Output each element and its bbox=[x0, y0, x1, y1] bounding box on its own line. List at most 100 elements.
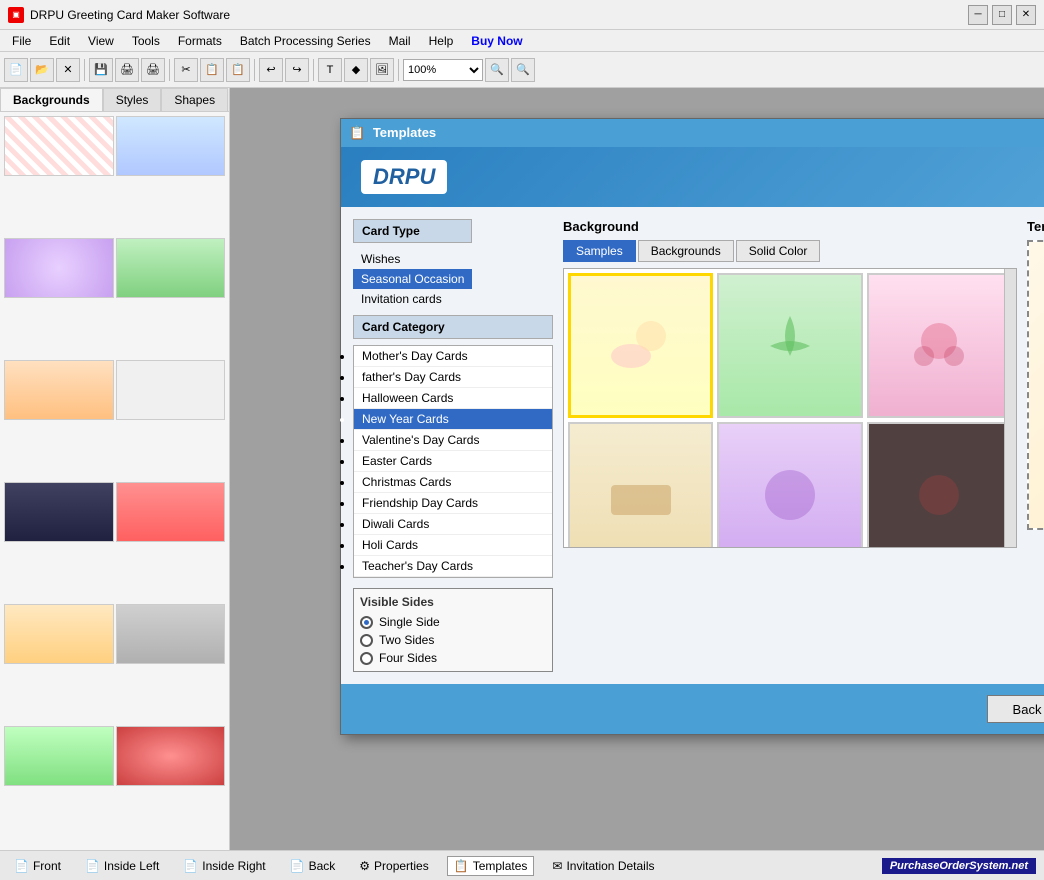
cat-valentines[interactable]: Valentine's Day Cards bbox=[354, 430, 552, 451]
preview-text-links: Text Type1 TextType2 bbox=[1027, 536, 1044, 548]
close-button[interactable]: ✕ bbox=[1016, 5, 1036, 25]
tab-shapes[interactable]: Shapes bbox=[161, 88, 228, 111]
menu-buynow[interactable]: Buy Now bbox=[463, 32, 530, 50]
copy-button[interactable]: 📋 bbox=[200, 58, 224, 82]
close-doc-button[interactable]: ✕ bbox=[56, 58, 80, 82]
sample-2[interactable] bbox=[717, 273, 862, 418]
preview-title: Template Preview bbox=[1027, 219, 1044, 234]
card-type-panel: Card Type Wishes Seasonal Occasion Invit… bbox=[353, 219, 553, 672]
cat-teachers[interactable]: Teacher's Day Cards bbox=[354, 556, 552, 577]
preview-panel: Template Preview 🌸 Happy NEW Year 2021 L… bbox=[1027, 219, 1044, 672]
save-all-button[interactable]: 🖨 bbox=[115, 58, 139, 82]
bg-thumb-6[interactable] bbox=[116, 360, 226, 420]
image-button[interactable]: 🖼 bbox=[370, 58, 394, 82]
bg-tab-samples[interactable]: Samples bbox=[563, 240, 636, 262]
cat-holi[interactable]: Holi Cards bbox=[354, 535, 552, 556]
dialog-header: 📋 Templates ✕ bbox=[341, 119, 1044, 147]
sample-1[interactable] bbox=[568, 273, 713, 418]
drpu-logo: DRPU bbox=[361, 160, 447, 194]
bg-thumb-1[interactable] bbox=[4, 116, 114, 176]
sample-6[interactable] bbox=[867, 422, 1012, 548]
bg-sample-grid bbox=[568, 273, 1012, 548]
tab-inside-left[interactable]: 📄 Inside Left bbox=[79, 857, 165, 875]
radio-four-sides[interactable]: Four Sides bbox=[360, 651, 546, 665]
bg-thumb-8[interactable] bbox=[116, 482, 226, 542]
zoom-select[interactable]: 100% 75% 50% 125% 150% bbox=[403, 59, 483, 81]
print-button[interactable]: 🖨 bbox=[141, 58, 165, 82]
cat-mothers[interactable]: Mother's Day Cards bbox=[354, 346, 552, 367]
minimize-button[interactable]: ─ bbox=[968, 5, 988, 25]
menu-edit[interactable]: Edit bbox=[41, 32, 78, 50]
cat-easter[interactable]: Easter Cards bbox=[354, 451, 552, 472]
undo-button[interactable]: ↩ bbox=[259, 58, 283, 82]
radio-two-circle bbox=[360, 634, 373, 647]
bg-thumb-3[interactable] bbox=[4, 238, 114, 298]
sample-5[interactable] bbox=[717, 422, 862, 548]
tab-properties[interactable]: ⚙ Properties bbox=[353, 857, 434, 875]
bg-thumb-2[interactable] bbox=[116, 116, 226, 176]
paste-button[interactable]: 📋 bbox=[226, 58, 250, 82]
inside-right-icon: 📄 bbox=[183, 859, 198, 873]
bottom-tab-bar: 📄 Front 📄 Inside Left 📄 Inside Right 📄 B… bbox=[8, 856, 661, 876]
maximize-button[interactable]: □ bbox=[992, 5, 1012, 25]
card-category-title: Card Category bbox=[353, 315, 553, 339]
open-button[interactable]: 📂 bbox=[30, 58, 54, 82]
tab-invitation[interactable]: ✉ Invitation Details bbox=[546, 857, 660, 875]
save-button[interactable]: 💾 bbox=[89, 58, 113, 82]
zoom-out-button[interactable]: 🔍 bbox=[511, 58, 535, 82]
cat-friendship[interactable]: Friendship Day Cards bbox=[354, 493, 552, 514]
bg-thumb-12[interactable] bbox=[116, 726, 226, 786]
tab-back[interactable]: 📄 Back bbox=[284, 857, 342, 875]
redo-button[interactable]: ↪ bbox=[285, 58, 309, 82]
scrollbar[interactable] bbox=[1004, 269, 1016, 547]
bg-thumb-5[interactable] bbox=[4, 360, 114, 420]
bg-thumb-11[interactable] bbox=[4, 726, 114, 786]
menu-file[interactable]: File bbox=[4, 32, 39, 50]
menu-formats[interactable]: Formats bbox=[170, 32, 230, 50]
bg-thumb-7[interactable] bbox=[4, 482, 114, 542]
cat-halloween[interactable]: Halloween Cards bbox=[354, 388, 552, 409]
sample-3[interactable] bbox=[867, 273, 1012, 418]
menu-help[interactable]: Help bbox=[421, 32, 462, 50]
preview-card: 🌸 Happy NEW Year 2021 Lets welcome the y… bbox=[1029, 242, 1044, 528]
card-type-invitation[interactable]: Invitation cards bbox=[353, 289, 472, 309]
menu-view[interactable]: View bbox=[80, 32, 122, 50]
bg-tab-solidcolor[interactable]: Solid Color bbox=[736, 240, 821, 262]
new-button[interactable]: 📄 bbox=[4, 58, 28, 82]
dialog-footer: Back Next Cancel bbox=[341, 684, 1044, 734]
zoom-in-button[interactable]: 🔍 bbox=[485, 58, 509, 82]
card-type-wishes[interactable]: Wishes bbox=[353, 249, 472, 269]
back-button[interactable]: Back bbox=[987, 695, 1044, 723]
tab-front[interactable]: 📄 Front bbox=[8, 857, 67, 875]
cat-diwali[interactable]: Diwali Cards bbox=[354, 514, 552, 535]
bg-thumb-4[interactable] bbox=[116, 238, 226, 298]
cat-christmas[interactable]: Christmas Cards bbox=[354, 472, 552, 493]
cat-fathers[interactable]: father's Day Cards bbox=[354, 367, 552, 388]
tab-inside-right[interactable]: 📄 Inside Right bbox=[177, 857, 271, 875]
shape-button[interactable]: ◆ bbox=[344, 58, 368, 82]
sample-4[interactable] bbox=[568, 422, 713, 548]
radio-single-side[interactable]: Single Side bbox=[360, 615, 546, 629]
purchase-badge: PurchaseOrderSystem.net bbox=[882, 858, 1036, 874]
app-logo: ▣ bbox=[8, 7, 24, 23]
title-bar: ▣ DRPU Greeting Card Maker Software ─ □ … bbox=[0, 0, 1044, 30]
cat-newyear[interactable]: New Year Cards bbox=[354, 409, 552, 430]
logo-icon: ▣ bbox=[12, 10, 20, 19]
radio-two-sides[interactable]: Two Sides bbox=[360, 633, 546, 647]
bg-thumb-10[interactable] bbox=[116, 604, 226, 664]
text-button[interactable]: T bbox=[318, 58, 342, 82]
tab-styles[interactable]: Styles bbox=[103, 88, 162, 111]
menu-tools[interactable]: Tools bbox=[124, 32, 168, 50]
tab-templates[interactable]: 📋 Templates bbox=[447, 856, 535, 876]
bg-thumb-container[interactable] bbox=[563, 268, 1017, 548]
bg-tab-backgrounds[interactable]: Backgrounds bbox=[638, 240, 734, 262]
invitation-icon: ✉ bbox=[552, 859, 562, 873]
cut-button[interactable]: ✂ bbox=[174, 58, 198, 82]
menu-mail[interactable]: Mail bbox=[381, 32, 419, 50]
card-type-seasonal[interactable]: Seasonal Occasion bbox=[353, 269, 472, 289]
dialog-body: Card Type Wishes Seasonal Occasion Invit… bbox=[341, 207, 1044, 684]
bg-thumb-9[interactable] bbox=[4, 604, 114, 664]
bottom-bar: 📄 Front 📄 Inside Left 📄 Inside Right 📄 B… bbox=[0, 850, 1044, 880]
menu-batch[interactable]: Batch Processing Series bbox=[232, 32, 379, 50]
tab-backgrounds[interactable]: Backgrounds bbox=[0, 88, 103, 111]
